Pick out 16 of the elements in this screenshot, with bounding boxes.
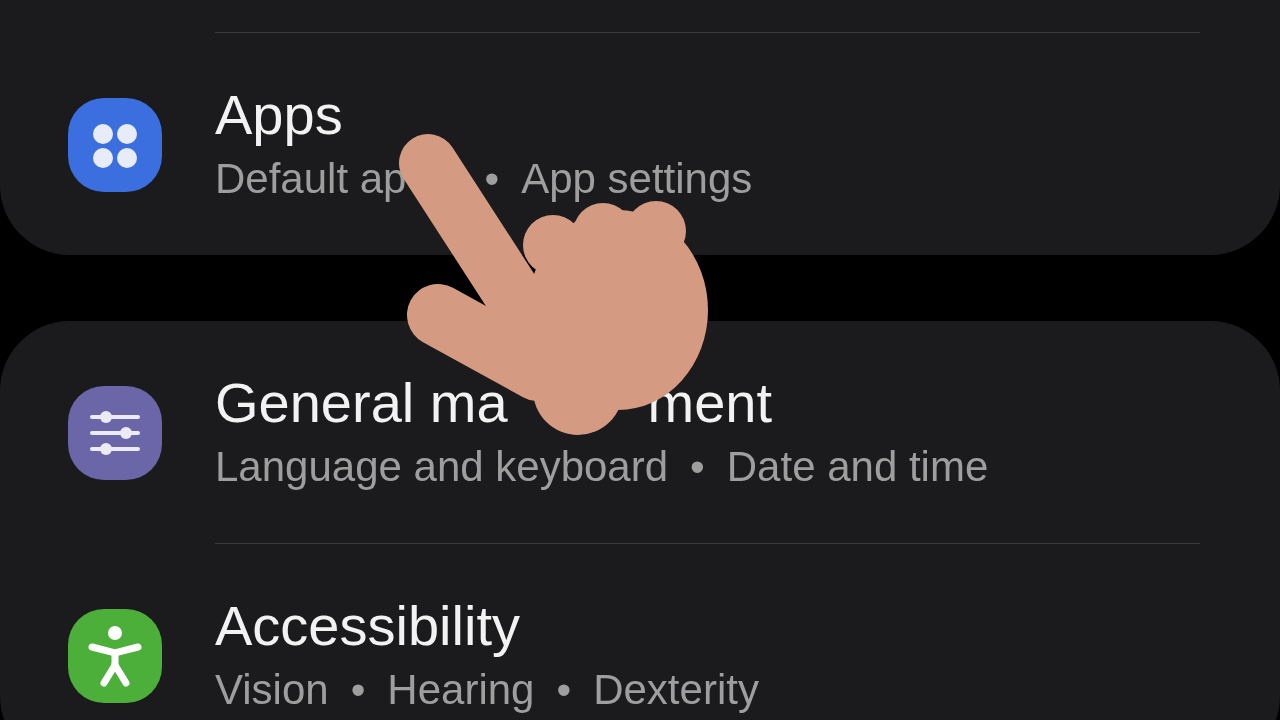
item-subtitle: App settings bbox=[521, 154, 753, 204]
item-subtitle: Dexterity bbox=[593, 665, 759, 715]
settings-item[interactable]: Accessibility Vision • Hearing • Dexterity bbox=[0, 544, 1280, 720]
separator-dot: • bbox=[350, 665, 366, 715]
item-title: Apps bbox=[215, 85, 343, 145]
item-subtitle: Language and keyboard bbox=[215, 442, 669, 492]
item-subtitle: Date and time bbox=[726, 442, 989, 492]
settings-item[interactable]: Apps Default ap • App settings bbox=[0, 33, 1280, 255]
item-subtitle: Hearing bbox=[387, 665, 535, 715]
item-subtitle: Vision bbox=[215, 665, 329, 715]
item-title: General ma bbox=[215, 373, 508, 433]
item-title: Accessibility bbox=[215, 596, 520, 656]
separator-dot: • bbox=[690, 442, 705, 492]
separator-dot: • bbox=[556, 665, 572, 715]
separator-dot: • bbox=[484, 154, 500, 204]
item-subtitle: Default ap bbox=[215, 154, 407, 204]
